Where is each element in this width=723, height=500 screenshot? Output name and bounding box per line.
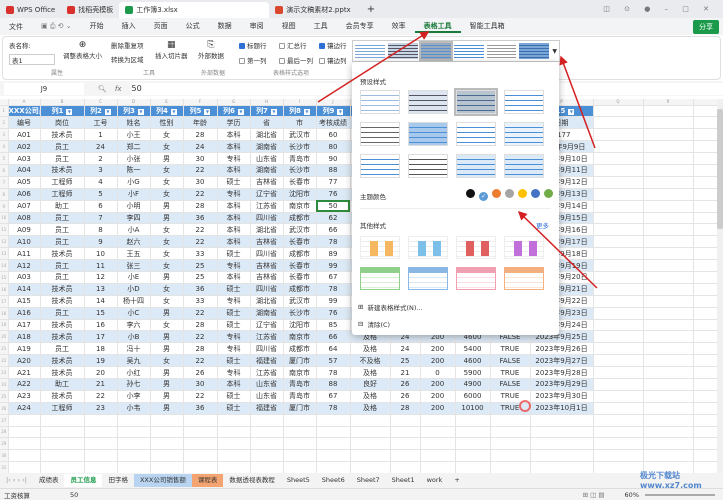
arrow-to-expand	[559, 55, 596, 149]
arrow-to-table-tools	[317, 31, 430, 103]
annotation-arrows	[317, 31, 598, 289]
arrow-to-theme-colors	[517, 210, 598, 289]
